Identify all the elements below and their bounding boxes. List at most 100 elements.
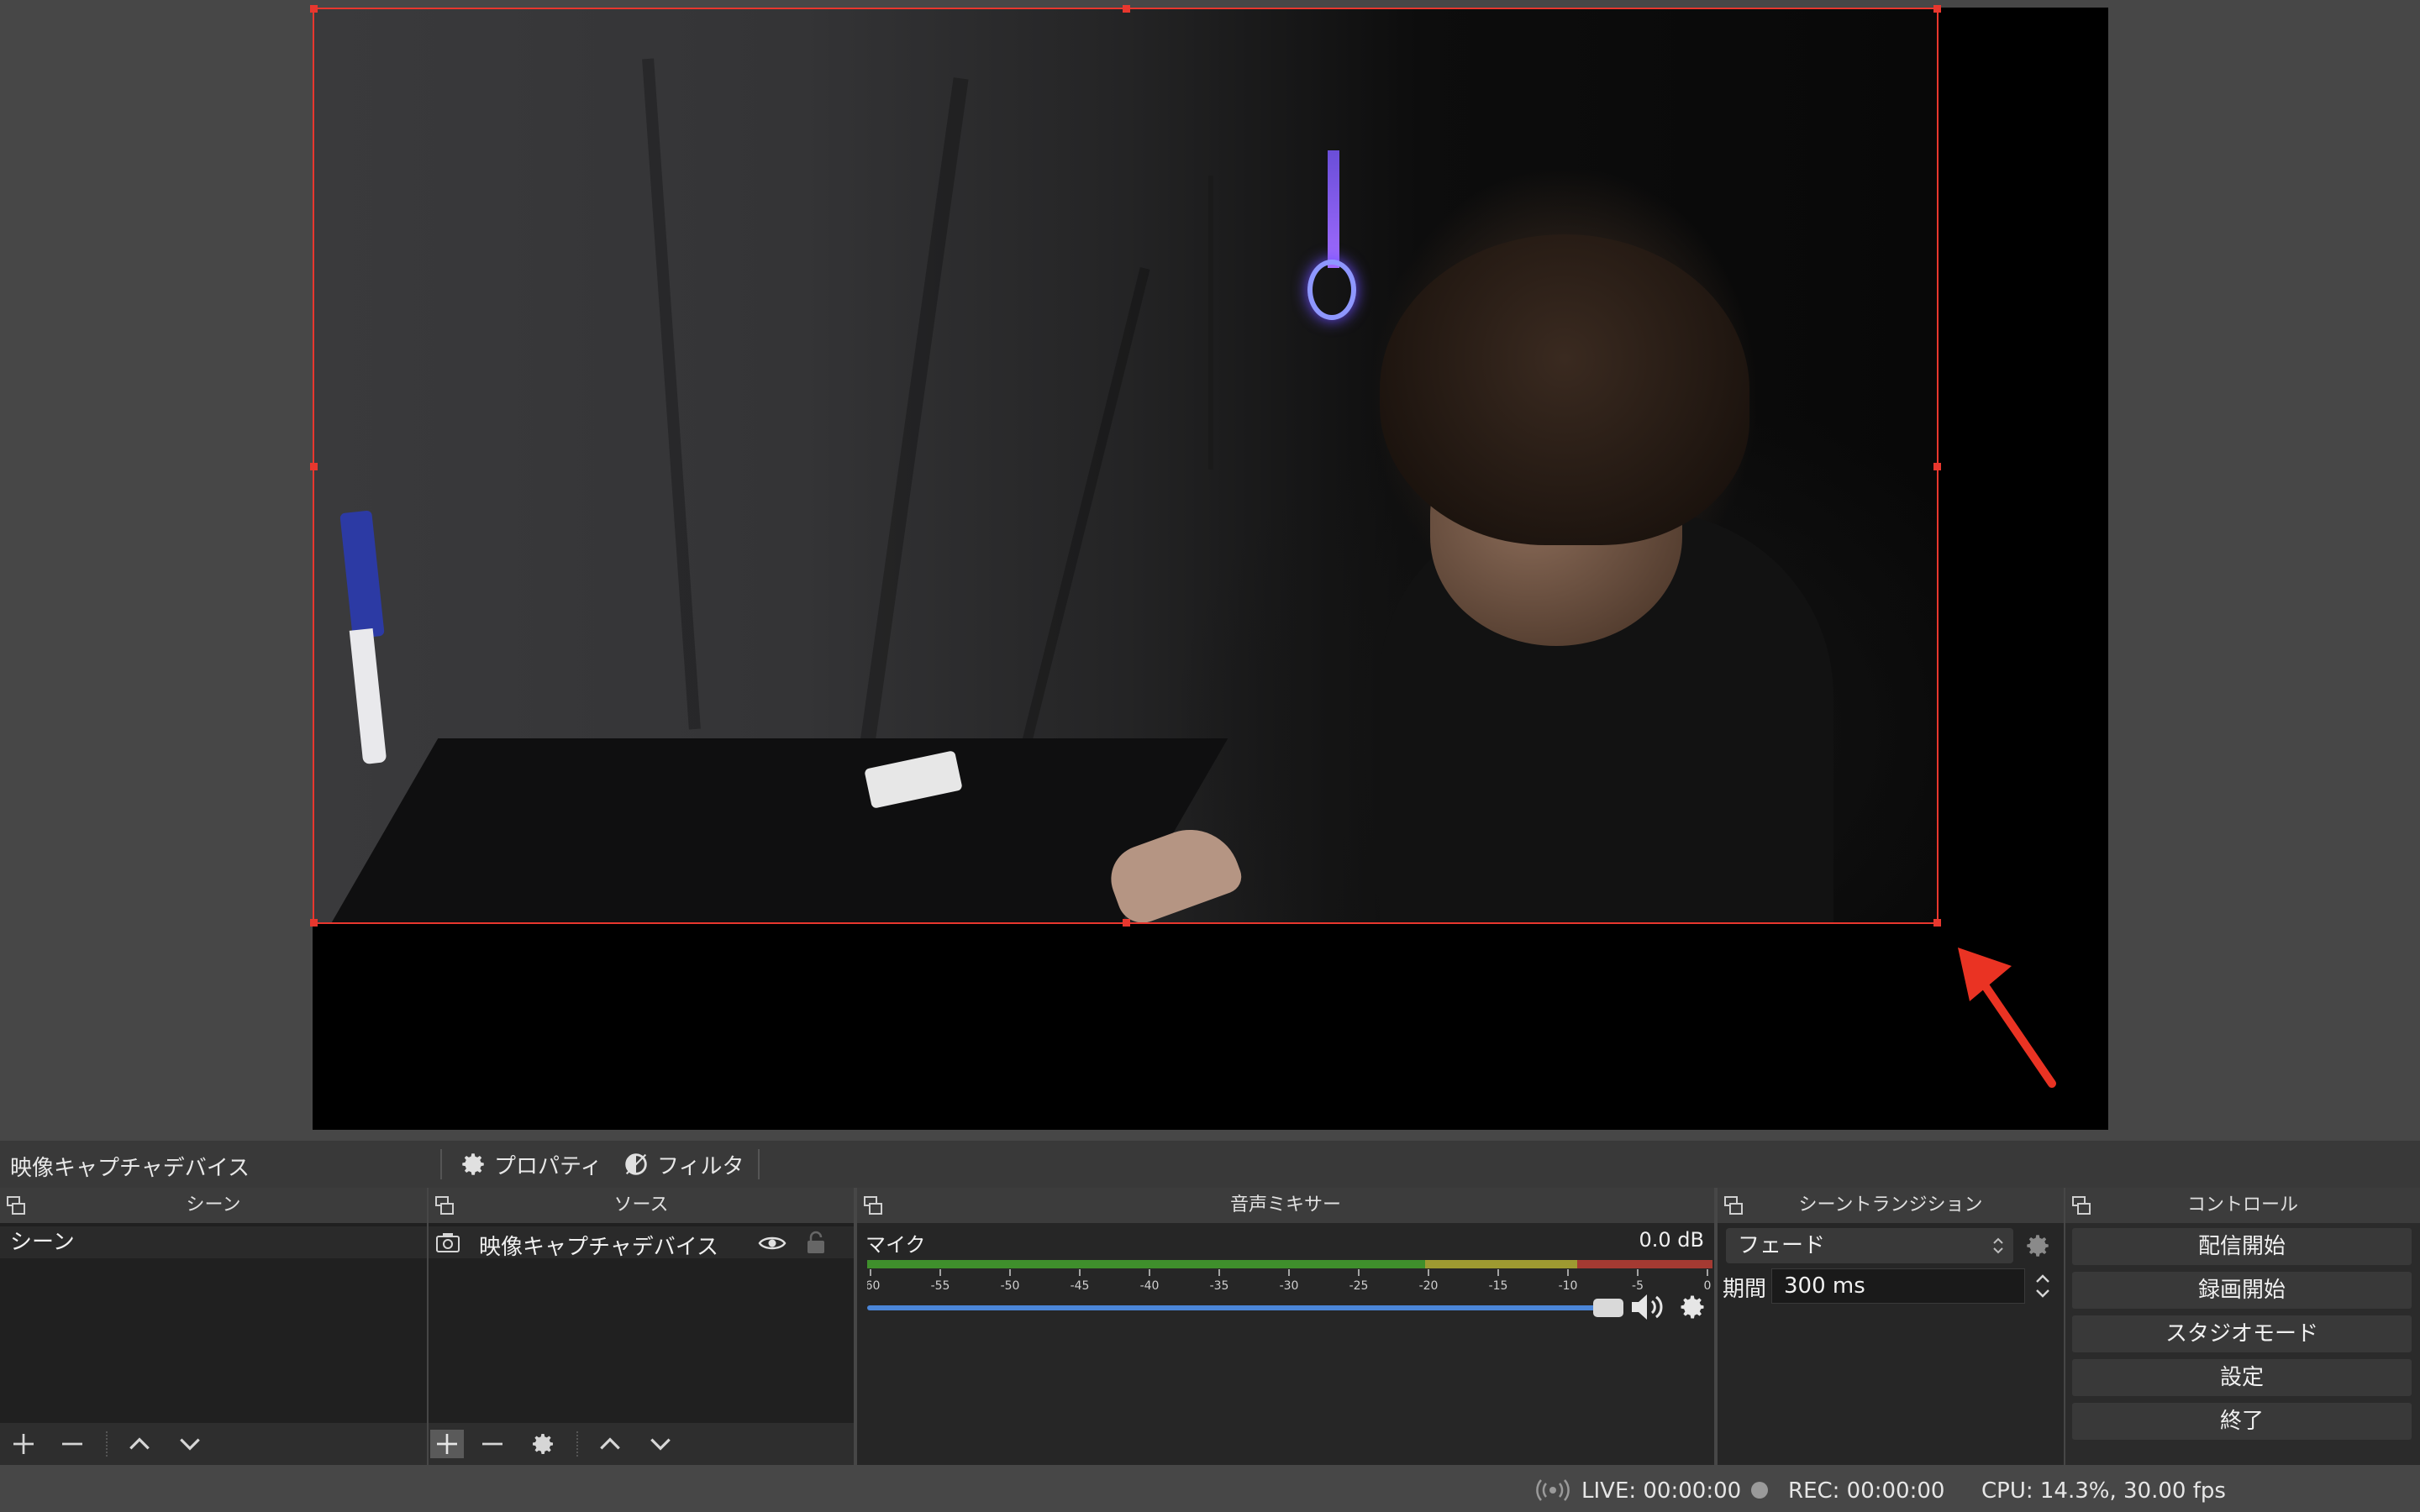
transitions-dock-title: シーントランジション <box>1718 1188 2064 1223</box>
source-properties-button[interactable] <box>526 1430 560 1458</box>
status-bar: LIVE: 00:00:00 REC: 00:00:00 CPU: 14.3%,… <box>0 1468 2420 1512</box>
meter-tick-label: -55 <box>931 1279 950 1293</box>
sources-title-label: ソース <box>613 1194 669 1215</box>
float-dock-icon[interactable] <box>435 1196 454 1215</box>
meter-tick-label: -50 <box>1001 1279 1020 1293</box>
rec-timer: REC: 00:00:00 <box>1788 1478 1945 1504</box>
updown-chevron-icon <box>1993 1237 2003 1254</box>
float-dock-icon[interactable] <box>1724 1196 1743 1215</box>
filters-label: フィルタ <box>657 1153 744 1179</box>
float-dock-icon[interactable] <box>864 1196 882 1215</box>
sources-footer <box>429 1423 854 1465</box>
meter-tick-label: -60 <box>867 1279 880 1293</box>
scene-list-item[interactable]: シーン <box>0 1226 427 1258</box>
scenes-footer <box>0 1423 427 1465</box>
plus-icon <box>437 1434 457 1454</box>
transitions-title-label: シーントランジション <box>1798 1194 1983 1215</box>
toolbar-divider <box>440 1149 442 1179</box>
chevron-down-icon <box>180 1438 200 1451</box>
plus-icon <box>13 1434 34 1454</box>
filter-icon <box>625 1153 647 1175</box>
mixer-channel-name: マイク <box>865 1233 926 1257</box>
footer-divider <box>106 1431 108 1457</box>
resize-handle-top-left[interactable] <box>310 5 318 13</box>
preview-canvas[interactable] <box>310 5 2108 1130</box>
meter-tick-label: -25 <box>1349 1279 1369 1293</box>
controls-dock: コントロール 配信開始 録画開始 スタジオモード 設定 終了 <box>2065 1188 2420 1465</box>
resize-handle-top[interactable] <box>1123 5 1130 13</box>
sources-dock-title: ソース <box>429 1188 854 1223</box>
meter-tick-label: -40 <box>1140 1279 1160 1293</box>
minus-icon <box>482 1442 502 1446</box>
footer-divider <box>576 1431 578 1457</box>
float-dock-icon[interactable] <box>2072 1196 2091 1215</box>
mixer-level-readout: 0.0 dB <box>1639 1228 1705 1252</box>
resize-handle-bottom[interactable] <box>1123 919 1130 927</box>
transition-selected-label: フェード <box>1738 1233 1826 1258</box>
add-source-button[interactable] <box>430 1430 464 1458</box>
meter-tick-label: -35 <box>1210 1279 1229 1293</box>
scenes-dock: シーン シーン <box>0 1188 427 1465</box>
volume-meter <box>867 1260 1712 1268</box>
mixer-dock-title: 音声ミキサー <box>857 1188 1714 1223</box>
controls-dock-title: コントロール <box>2065 1188 2420 1223</box>
scenes-title-label: シーン <box>186 1194 241 1215</box>
cpu-fps-readout: CPU: 14.3%, 30.00 fps <box>1981 1478 2226 1504</box>
gear-icon[interactable] <box>1677 1292 1707 1322</box>
lock-icon[interactable] <box>805 1230 827 1255</box>
remove-source-button[interactable] <box>476 1430 509 1458</box>
start-streaming-button[interactable]: 配信開始 <box>2072 1228 2412 1265</box>
controls-title-label: コントロール <box>2186 1194 2298 1215</box>
source-item-label: 映像キャプチャデバイス <box>479 1235 718 1260</box>
meter-tick-label: -20 <box>1419 1279 1439 1293</box>
chevron-up-icon <box>129 1437 150 1450</box>
meter-tick-label: 0 <box>1704 1279 1712 1293</box>
resize-handle-right[interactable] <box>1933 463 1941 470</box>
scenes-dock-title: シーン <box>0 1188 427 1223</box>
meter-tick-label: -30 <box>1280 1279 1299 1293</box>
gear-icon[interactable] <box>2023 1231 2052 1260</box>
source-list-item[interactable]: 映像キャプチャデバイス <box>429 1226 854 1260</box>
start-recording-button[interactable]: 録画開始 <box>2072 1272 2412 1309</box>
duration-input[interactable]: 300 ms <box>1771 1268 2025 1304</box>
volume-slider[interactable] <box>867 1305 1607 1310</box>
filters-button[interactable]: フィルタ <box>622 1147 744 1181</box>
resize-handle-left[interactable] <box>310 463 318 470</box>
settings-button[interactable]: 設定 <box>2072 1359 2412 1396</box>
resize-handle-bottom-right[interactable] <box>1933 919 1941 927</box>
speaker-icon[interactable] <box>1628 1290 1667 1324</box>
resize-handle-bottom-left[interactable] <box>310 919 318 927</box>
mixer-title-label: 音声ミキサー <box>1229 1194 1341 1215</box>
move-scene-up-button[interactable] <box>123 1430 156 1458</box>
move-source-down-button[interactable] <box>644 1430 677 1458</box>
move-source-up-button[interactable] <box>593 1430 627 1458</box>
source-selection-box[interactable] <box>310 5 1941 927</box>
camera-icon <box>436 1233 460 1252</box>
meter-scale: -60-55-50-45-40-35-30-25-20-15-10-50 <box>867 1269 1712 1293</box>
annotation-arrow-icon <box>1958 948 2056 1088</box>
sources-dock: ソース 映像キャプチャデバイス <box>429 1188 854 1465</box>
gear-icon <box>462 1153 484 1175</box>
move-scene-down-button[interactable] <box>173 1430 207 1458</box>
remove-scene-button[interactable] <box>55 1430 89 1458</box>
record-dot-icon <box>1751 1482 1768 1499</box>
meter-tick-label: -45 <box>1071 1279 1090 1293</box>
properties-label: プロパティ <box>494 1153 602 1179</box>
visibility-eye-icon[interactable] <box>758 1233 786 1253</box>
duration-stepper[interactable] <box>2030 1268 2055 1304</box>
properties-button[interactable]: プロパティ <box>459 1147 602 1181</box>
minus-icon <box>62 1442 82 1446</box>
add-scene-button[interactable] <box>7 1430 40 1458</box>
source-toolbar: 映像キャプチャデバイス プロパティ フィルタ <box>0 1141 2420 1188</box>
transition-select[interactable]: フェード <box>1726 1228 2013 1263</box>
studio-mode-button[interactable]: スタジオモード <box>2072 1315 2412 1352</box>
chevron-up-icon <box>600 1437 620 1450</box>
resize-handle-top-right[interactable] <box>1933 5 1941 13</box>
broadcast-icon <box>1536 1479 1570 1501</box>
exit-button[interactable]: 終了 <box>2072 1403 2412 1440</box>
audio-mixer-dock: 音声ミキサー マイク 0.0 dB -60 -55 -50 -45 -40 -35 -30 -… <box>857 1188 1714 1465</box>
duration-label: 期間 <box>1723 1277 1767 1302</box>
chevron-down-icon <box>650 1438 671 1451</box>
float-dock-icon[interactable] <box>7 1196 25 1215</box>
volume-slider-handle[interactable] <box>1593 1299 1623 1317</box>
